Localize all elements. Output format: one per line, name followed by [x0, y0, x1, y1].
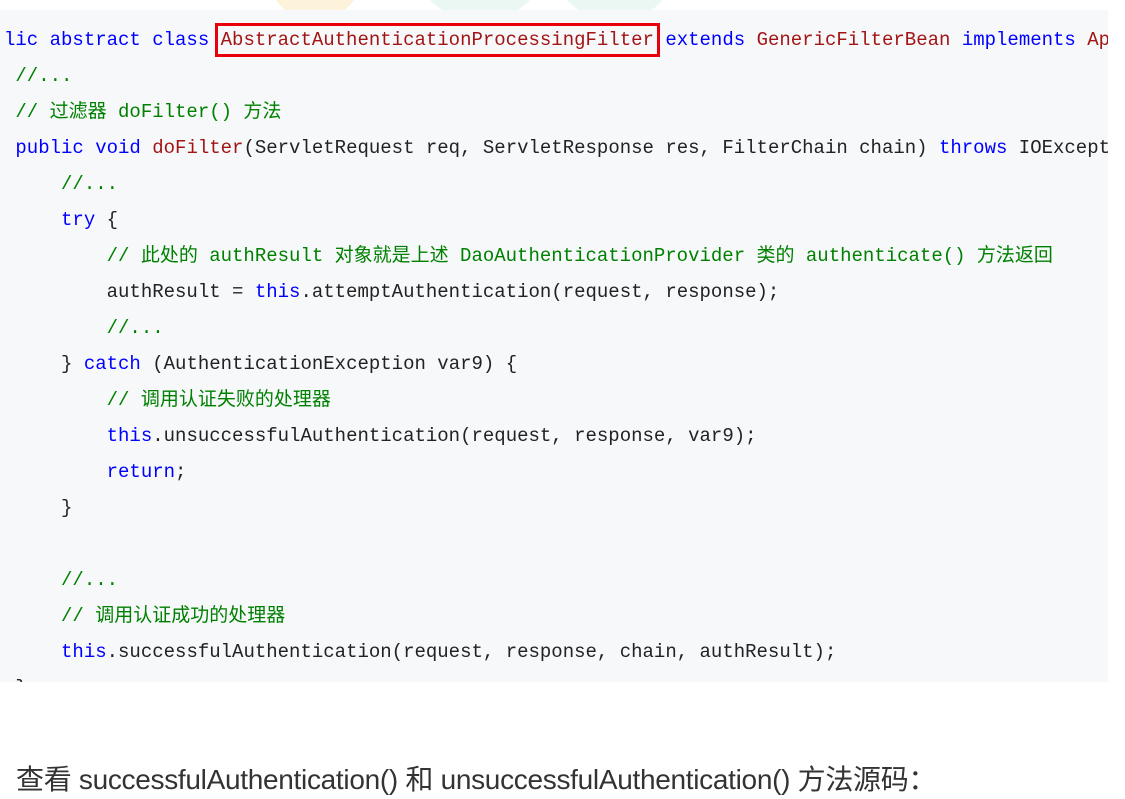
code-text: } [4, 677, 26, 682]
code-keyword: return [106, 461, 176, 483]
code-text: (AuthenticationException var9) { [140, 353, 518, 375]
code-text: } [4, 353, 84, 375]
code-text: (ServletRequest req, ServletResponse res… [243, 137, 939, 159]
code-keyword: this [61, 641, 107, 663]
code-keyword: throws [938, 137, 1008, 159]
code-class-name: doFilter [152, 137, 244, 159]
code-line: //... [4, 58, 72, 94]
code-comment: //... [4, 569, 119, 591]
code-line: //... [4, 310, 164, 346]
code-line: // 过滤器 doFilter() 方法 [4, 94, 281, 130]
code-text: .successfulAuthentication(request, respo… [106, 641, 837, 663]
code-line: // 调用认证失败的处理器 [4, 382, 331, 418]
code-text: } [4, 497, 73, 519]
code-keyword: this [254, 281, 301, 303]
code-text: .attemptAuthentication(request, response… [300, 281, 780, 303]
code-line: } [4, 490, 72, 526]
code-line: // 调用认证成功的处理器 [4, 598, 285, 634]
code-keyword: this [106, 425, 153, 447]
code-class-name: Ap [1087, 29, 1108, 51]
code-keyword: implements [961, 29, 1076, 51]
code-line: } catch (AuthenticationException var9) { [4, 346, 517, 382]
code-keyword: catch [83, 353, 141, 375]
highlighted-class-name: AbstractAuthenticationProcessingFilter [214, 23, 660, 57]
code-line: public void doFilter(ServletRequest req,… [4, 130, 1108, 166]
code-text: { [95, 209, 119, 231]
code-text: IOExcept [1007, 137, 1108, 159]
code-line: // 此处的 authResult 对象就是上述 DaoAuthenticati… [4, 238, 1053, 274]
code-comment: // 此处的 authResult 对象就是上述 DaoAuthenticati… [4, 245, 1053, 267]
code-line: this.successfulAuthentication(request, r… [4, 634, 836, 670]
code-comment: // 调用认证成功的处理器 [4, 605, 286, 627]
code-class-name: GenericFilterBean [756, 29, 951, 51]
code-text: .unsuccessfulAuthentication(request, res… [152, 425, 757, 447]
code-comment: // 过滤器 doFilter() 方法 [4, 101, 282, 123]
code-line: return; [4, 454, 187, 490]
code-keyword: lic abstract class [4, 29, 210, 51]
code-line: //... [4, 562, 118, 598]
code-line: //... [4, 166, 118, 202]
code-comment: // 调用认证失败的处理器 [4, 389, 331, 411]
code-line: try { [4, 202, 118, 238]
code-line: } [4, 670, 26, 682]
code-comment: //... [4, 317, 164, 339]
code-block: lic abstract class AbstractAuthenticatio… [0, 10, 1108, 682]
code-line: authResult = this.attemptAuthentication(… [4, 274, 780, 310]
code-keyword: extends [665, 29, 746, 51]
code-line: this.unsuccessfulAuthentication(request,… [4, 418, 757, 454]
code-keyword: try [61, 209, 96, 231]
code-comment: //... [4, 173, 119, 195]
code-line: lic abstract class AbstractAuthenticatio… [4, 22, 1108, 58]
code-comment: //... [4, 65, 73, 87]
code-text: ; [175, 461, 187, 483]
code-keyword: public void [4, 137, 141, 159]
code-text: authResult = [4, 281, 255, 303]
caption-text: 查看 successfulAuthentication() 和 unsucces… [16, 764, 937, 795]
